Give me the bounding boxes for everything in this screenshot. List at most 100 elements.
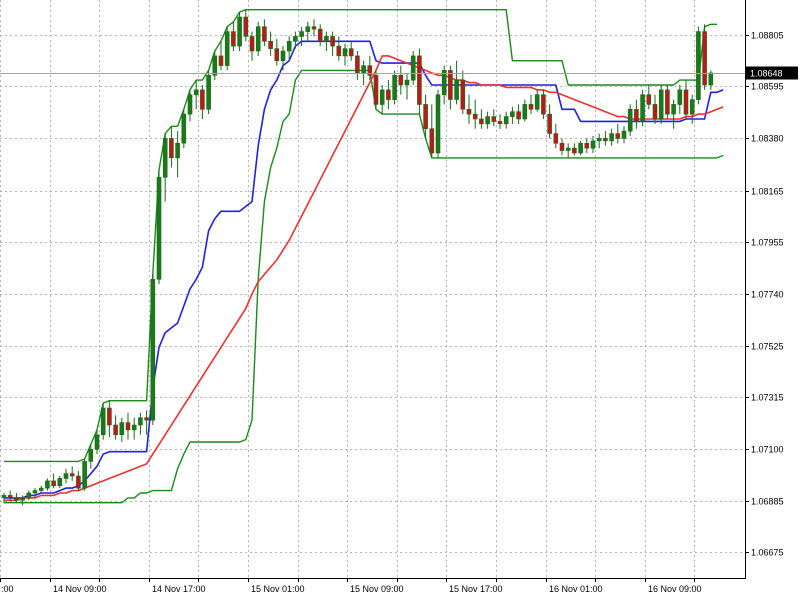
time-tick-label: :00 — [1, 584, 14, 594]
candle-body — [708, 72, 714, 86]
candle — [640, 89, 645, 127]
candle — [82, 459, 87, 491]
candle — [156, 170, 162, 285]
candle-body — [119, 422, 125, 436]
price-chart[interactable]: 1.08805 1.08595 1.08380 1.08165 1.07955 1.077… — [0, 0, 800, 600]
candle-body — [398, 75, 404, 86]
candle — [417, 48, 422, 115]
candle-body — [522, 104, 528, 120]
candle-body — [565, 147, 571, 151]
candle-body — [553, 133, 559, 144]
candle-body — [330, 36, 335, 47]
candle-body — [665, 89, 670, 115]
candle — [510, 106, 515, 124]
candle — [435, 89, 441, 158]
candle-body — [547, 113, 552, 134]
candle — [572, 143, 577, 156]
candle-body — [485, 116, 490, 125]
candle — [528, 94, 534, 115]
candle-body — [386, 89, 391, 100]
candle — [231, 21, 236, 51]
candle — [386, 80, 391, 110]
candle — [336, 36, 342, 61]
chart-canvas[interactable]: 1.08805 1.08595 1.08380 1.08165 1.07955 1.077… — [0, 0, 800, 600]
candle-body — [423, 104, 428, 130]
price-tick-label: 1.08165 — [751, 187, 784, 197]
price-tick-label: 1.08805 — [751, 31, 784, 41]
candle — [262, 19, 267, 47]
candle-body — [435, 94, 441, 154]
candle-body — [200, 89, 205, 110]
candle-body — [169, 138, 174, 159]
candle-body — [392, 75, 397, 100]
candle — [379, 85, 385, 115]
candle-body — [69, 473, 75, 477]
candle-body — [510, 111, 515, 117]
candle — [559, 138, 565, 156]
candle — [100, 403, 106, 440]
time-tick-label: 15 Nov 17:00 — [449, 584, 503, 594]
candle-body — [274, 48, 280, 61]
candle-body — [404, 79, 410, 86]
candle-body — [491, 116, 497, 122]
price-tick-label: 1.06675 — [751, 548, 784, 558]
candle — [181, 109, 187, 149]
candle — [491, 109, 497, 127]
candle-body — [138, 417, 143, 426]
candle-body — [224, 31, 230, 66]
candle-body — [534, 94, 540, 110]
candle-body — [293, 36, 298, 42]
time-tick-label: 16 Nov 09:00 — [648, 584, 702, 594]
candle-body — [379, 89, 385, 105]
candle — [51, 473, 56, 489]
candle — [355, 51, 360, 81]
candle — [485, 111, 490, 129]
price-tick-label: 1.07740 — [751, 290, 784, 300]
candle-body — [181, 113, 187, 144]
price-tick-label: 1.07525 — [751, 342, 784, 352]
candle — [448, 65, 453, 110]
candle-body — [88, 448, 94, 462]
candle — [200, 85, 205, 119]
candle-body — [590, 140, 596, 149]
candle-body — [373, 75, 379, 105]
candle — [131, 417, 137, 440]
candle — [7, 490, 13, 501]
candle-body — [175, 143, 180, 159]
candle — [373, 70, 379, 110]
candle-body — [26, 492, 32, 499]
candle — [38, 485, 44, 493]
candle-body — [268, 40, 273, 49]
candle-body — [497, 121, 503, 125]
candle-body — [429, 128, 435, 154]
candle — [472, 99, 478, 129]
candle — [26, 490, 32, 501]
candle — [398, 65, 404, 95]
candle-body — [7, 495, 13, 499]
candle-body — [305, 26, 311, 32]
candle-body — [63, 473, 69, 479]
candle-body — [621, 130, 627, 139]
candle-body — [355, 55, 360, 74]
candle-body — [262, 26, 267, 42]
candle — [497, 114, 503, 129]
candle-body — [255, 26, 261, 52]
candle — [243, 9, 249, 42]
candle — [553, 123, 559, 149]
candle-body — [14, 497, 19, 501]
candle — [665, 85, 670, 119]
candle-body — [448, 70, 453, 100]
candle-body — [454, 79, 459, 100]
candle — [224, 26, 230, 71]
candle-body — [584, 143, 590, 149]
candle — [578, 140, 583, 156]
candle-body — [280, 50, 286, 61]
candle-body — [516, 111, 521, 120]
candle — [125, 412, 131, 440]
candle-body — [38, 487, 44, 491]
candle — [293, 31, 298, 49]
candle-body — [572, 147, 577, 154]
candle — [392, 70, 397, 105]
candle-body — [311, 26, 317, 30]
candle-body — [20, 497, 25, 501]
